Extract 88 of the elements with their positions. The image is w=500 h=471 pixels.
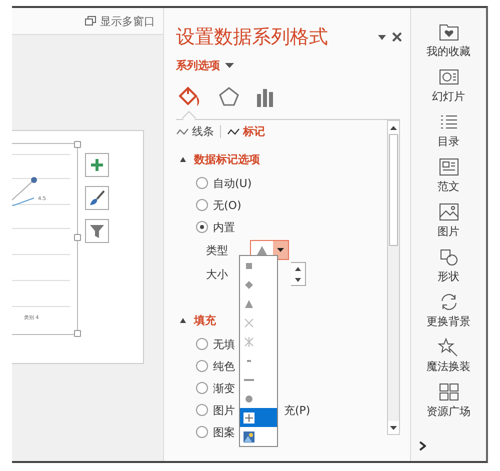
line-icon: [176, 128, 189, 136]
close-button[interactable]: [392, 32, 402, 42]
field-label: 类型: [206, 242, 229, 258]
caret-icon: [277, 248, 284, 252]
chevron-icon: [419, 441, 426, 451]
category-tab[interactable]: [218, 86, 240, 108]
radio-button[interactable]: [196, 199, 208, 211]
pane-menu-button[interactable]: [378, 34, 386, 40]
brush-icon: [89, 190, 105, 206]
chart-filter-button[interactable]: [85, 219, 109, 243]
shapes-icon: [438, 247, 460, 267]
caret-icon: [378, 34, 386, 40]
pane-title: 设置数据系列格式: [176, 25, 329, 50]
filter-icon: [89, 223, 105, 239]
plus-marker-icon: [243, 412, 255, 424]
down-arrow-icon: [295, 278, 301, 282]
option-label: 无填: [213, 336, 235, 352]
expand-button[interactable]: [419, 441, 426, 451]
up-arrow-icon: [295, 266, 301, 270]
article-icon: [438, 157, 460, 177]
picture-marker-icon: [243, 430, 255, 442]
radio-button[interactable]: [196, 426, 208, 438]
radio-button[interactable]: [196, 338, 208, 350]
scroll-up-button[interactable]: [388, 121, 399, 134]
grid-icon: [438, 382, 460, 402]
option-label: 自动(U): [213, 176, 252, 190]
plus-icon: [90, 158, 104, 172]
sub-tab[interactable]: 线条: [176, 124, 214, 139]
line-icon: [227, 128, 240, 136]
windows-icon: [85, 16, 96, 26]
scrollbar[interactable]: [387, 120, 400, 435]
star-marker-icon: [243, 336, 255, 348]
add-element-button[interactable]: [85, 153, 109, 177]
size-spinner[interactable]: [291, 262, 306, 286]
option-label: 图案: [213, 424, 235, 440]
sidebar-item[interactable]: 目录: [438, 112, 460, 157]
field-label: 大小: [206, 266, 229, 282]
close-icon: [392, 32, 402, 42]
sidebar-item[interactable]: 资源广场: [426, 382, 470, 427]
slide-icon: [438, 67, 460, 87]
resize-handle[interactable]: [74, 141, 81, 148]
radio-button[interactable]: [196, 404, 208, 416]
bar-chart-icon: [256, 87, 276, 107]
circle-marker-icon: [243, 392, 255, 404]
down-arrow-icon: [390, 426, 397, 430]
section-header[interactable]: 数据标记选项: [176, 151, 266, 168]
sidebar-item[interactable]: 范文: [438, 157, 460, 202]
sub-tab[interactable]: 标记: [227, 124, 265, 139]
option-label: 内置: [213, 220, 235, 234]
caret-icon: [225, 63, 234, 68]
sidebar-item[interactable]: 图片: [438, 202, 460, 247]
long-dash-marker-icon: [244, 378, 254, 380]
option-label: 渐变: [213, 380, 235, 396]
triangle-marker-icon: [243, 298, 255, 310]
sidebar-item[interactable]: 形状: [438, 247, 460, 292]
radio-button[interactable]: [196, 177, 208, 189]
option-label: 图片: [213, 402, 235, 418]
pentagon-icon: [218, 86, 240, 108]
category-tab[interactable]: [256, 87, 276, 107]
sidebar-item[interactable]: 魔法换装: [426, 337, 470, 382]
scroll-thumb[interactable]: [389, 134, 398, 246]
option-label: 无(O): [213, 198, 242, 212]
sidebar-item[interactable]: 幻灯片: [432, 67, 465, 112]
triangle-icon: [257, 246, 267, 254]
scroll-down-button[interactable]: [388, 421, 399, 434]
up-arrow-icon: [390, 126, 397, 130]
magic-wand-icon: [438, 337, 460, 357]
diamond-marker-icon: [243, 278, 255, 290]
option-label: 纯色: [213, 358, 235, 374]
radio-button[interactable]: [196, 382, 208, 394]
radio-button[interactable]: [196, 221, 208, 233]
line-series-drawing: [12, 176, 38, 206]
option-label: 充(P): [284, 402, 310, 418]
folder-heart-icon: [438, 22, 460, 42]
x-marker-icon: [243, 316, 255, 328]
section-header[interactable]: 填充: [176, 312, 222, 329]
image-icon: [438, 202, 460, 222]
options-dropdown[interactable]: 系列选项: [176, 58, 410, 73]
menu-item[interactable]: [240, 408, 277, 427]
short-dash-marker-icon: [247, 360, 251, 362]
sidebar-item[interactable]: 更换背景: [426, 292, 470, 337]
chart-style-button[interactable]: [85, 186, 109, 210]
category-tab[interactable]: [178, 86, 202, 108]
sidebar-item[interactable]: 我的收藏: [426, 22, 470, 67]
paint-bucket-icon: [178, 86, 202, 108]
resize-handle[interactable]: [74, 330, 81, 337]
resize-handle[interactable]: [74, 234, 81, 241]
radio-button[interactable]: [196, 360, 208, 372]
